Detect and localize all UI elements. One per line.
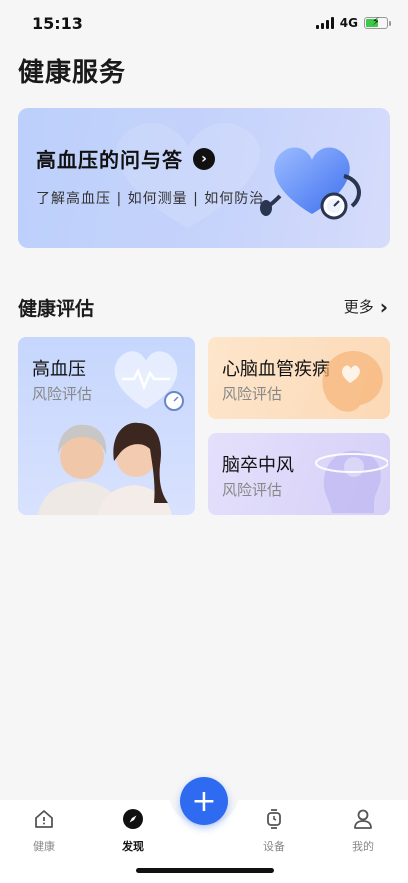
- card-title: 心脑血管疾病: [222, 359, 330, 380]
- card-cardio-cerebrovascular-assessment[interactable]: 心脑血管疾病 风险评估: [208, 337, 390, 419]
- banner-title: 高血压的问与答: [36, 148, 183, 172]
- banner-title-row: 高血压的问与答 ›: [36, 144, 215, 173]
- section-title-assessment: 健康评估: [18, 298, 95, 320]
- tab-discover[interactable]: 发现: [103, 808, 163, 854]
- status-time: 15:13: [32, 14, 83, 33]
- heart-blood-pressure-icon: [260, 147, 361, 220]
- more-label: 更多: [343, 298, 374, 316]
- tab-health[interactable]: 健康: [14, 808, 74, 854]
- chevron-right-circle-icon: ›: [193, 147, 215, 170]
- home-indicator: [136, 868, 274, 873]
- status-bar: 15:13 4G ⚡: [0, 0, 408, 48]
- heart-pulse-icon: [114, 351, 184, 411]
- tab-label: 健康: [33, 840, 55, 853]
- tab-label: 设备: [263, 840, 285, 853]
- card-title: 脑卒中风: [222, 455, 294, 476]
- battery-icon: ⚡: [364, 15, 391, 29]
- signal-icon: [315, 17, 334, 29]
- hypertension-qa-banner[interactable]: 高血压的问与答 › 了解高血压 | 如何测量 | 如何防治: [18, 108, 390, 248]
- card-hypertension-assessment[interactable]: 高血压 风险评估: [18, 337, 195, 515]
- home-icon: [35, 810, 53, 828]
- tab-device[interactable]: 设备: [244, 808, 304, 854]
- banner-subtitle: 了解高血压 | 如何测量 | 如何防治: [36, 191, 265, 207]
- add-button[interactable]: +: [180, 777, 228, 825]
- person-icon: [354, 809, 372, 829]
- status-indicators: 4G ⚡: [315, 15, 391, 30]
- card-stroke-assessment[interactable]: 脑卒中风 风险评估: [208, 433, 390, 515]
- head-orbit-icon: [315, 450, 388, 513]
- tab-label: 我的: [352, 840, 374, 853]
- more-link[interactable]: 更多 ›: [344, 296, 388, 317]
- watch-icon: [267, 809, 281, 829]
- card-title: 高血压: [32, 359, 86, 380]
- tab-label: 发现: [122, 840, 144, 853]
- page-title: 健康服务: [18, 58, 127, 88]
- tab-mine[interactable]: 我的: [333, 808, 393, 854]
- senior-and-daughter-image: [38, 422, 172, 515]
- chevron-right-icon: ›: [379, 294, 388, 319]
- card-subtitle: 风险评估: [222, 481, 283, 499]
- compass-icon: [123, 809, 143, 829]
- card-subtitle: 风险评估: [32, 385, 93, 403]
- card-subtitle: 风险评估: [222, 385, 283, 403]
- network-type: 4G: [339, 16, 358, 30]
- brain-heart-icon: [322, 351, 383, 412]
